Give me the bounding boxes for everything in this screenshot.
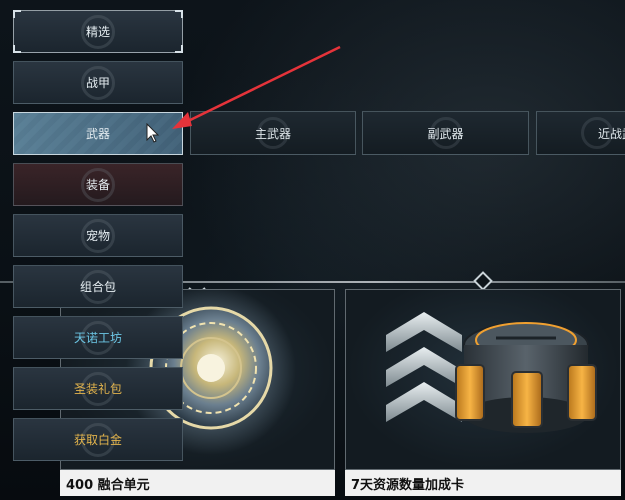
sidebar-item-gear[interactable]: 装备 xyxy=(13,163,183,206)
sidebar-item-featured[interactable]: 精选 xyxy=(13,10,183,53)
sidebar-item-label: 精选 xyxy=(85,25,110,39)
sidebar-item-label: 宠物 xyxy=(85,229,110,243)
sidebar-item-prime-packs[interactable]: 圣装礼包 xyxy=(13,367,183,410)
sidebar-item-tennogen[interactable]: 天诺工坊 xyxy=(13,316,183,359)
resource-booster-icon xyxy=(386,312,597,433)
sidebar-item-bundles[interactable]: 组合包 xyxy=(13,265,183,308)
tab-secondary-weapon[interactable]: 副武器 xyxy=(362,111,529,155)
store-card-resource-booster[interactable] xyxy=(345,289,621,470)
frame-corner xyxy=(175,10,183,18)
card-title: 7天资源数量加成卡 xyxy=(345,470,621,496)
sidebar-item-label: 获取白金 xyxy=(73,433,122,447)
tab-label: 主武器 xyxy=(254,126,291,141)
sidebar-item-label: 装备 xyxy=(85,178,110,192)
sidebar-item-warframes[interactable]: 战甲 xyxy=(13,61,183,104)
frame-corner xyxy=(175,45,183,53)
sidebar-item-label: 武器 xyxy=(85,127,110,141)
sidebar-item-get-platinum[interactable]: 获取白金 xyxy=(13,418,183,461)
frame-corner xyxy=(13,45,21,53)
sidebar-item-label: 圣装礼包 xyxy=(73,382,122,396)
frame-corner xyxy=(13,10,21,18)
tab-label: 副武器 xyxy=(427,126,464,141)
sidebar-item-label: 战甲 xyxy=(85,76,110,90)
mouse-cursor-icon xyxy=(146,123,160,143)
sidebar-item-weapons[interactable]: 武器 xyxy=(13,112,183,155)
tab-melee-weapon[interactable]: 近战武 xyxy=(536,111,625,155)
tab-primary-weapon[interactable]: 主武器 xyxy=(190,111,356,155)
sidebar-item-companions[interactable]: 宠物 xyxy=(13,214,183,257)
sidebar-item-label: 组合包 xyxy=(79,280,116,294)
sidebar-item-label: 天诺工坊 xyxy=(73,331,122,345)
card-title-text: 400 融合单元 xyxy=(66,477,150,493)
card-title-text: 7天资源数量加成卡 xyxy=(351,477,465,493)
card-title: 400 融合单元 xyxy=(60,470,335,496)
tab-label: 近战武 xyxy=(598,126,625,141)
